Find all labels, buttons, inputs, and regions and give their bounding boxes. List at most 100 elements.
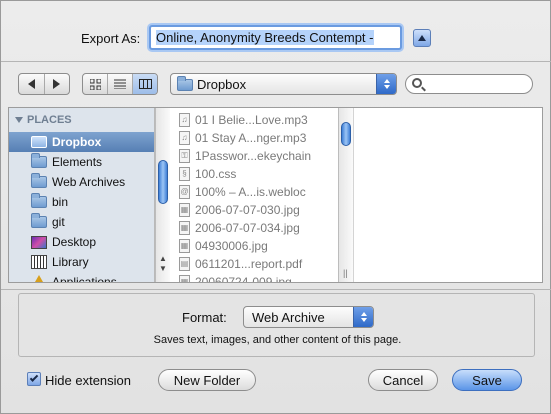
icon-view-icon [89,78,101,90]
file-name: 01 I Belie...Love.mp3 [195,113,308,127]
sidebar-item-label: Dropbox [52,135,102,149]
sidebar-item-label: Web Archives [52,175,126,189]
audio-file-icon: ♫ [179,131,190,145]
dropbox-folder-icon [31,136,47,148]
sidebar-item-label: Applications [52,275,117,283]
view-segmented-control [82,73,158,95]
new-folder-button[interactable]: New Folder [158,369,256,391]
file-row[interactable]: ♫ 01 I Belie...Love.mp3 [170,111,338,129]
audio-file-icon: ♫ [179,113,190,127]
file-name: 1Passwor...ekeychain [195,149,312,163]
save-dialog: Export As: Online, Anonymity Breeds Cont… [0,0,551,414]
triangle-up-icon [418,35,426,41]
forward-button[interactable] [45,74,70,94]
format-value: Web Archive [252,310,325,325]
keychain-file-icon: ⚿ [179,149,190,163]
hide-extension-checkbox[interactable] [27,372,41,386]
separator [1,61,551,62]
image-file-icon: ▦ [179,275,190,282]
list-view-button[interactable] [108,74,133,94]
library-icon [31,255,47,269]
list-view-icon [114,79,126,89]
cancel-button[interactable]: Cancel [368,369,438,391]
icon-view-button[interactable] [83,74,108,94]
sidebar-item-git[interactable]: git [9,212,154,232]
popup-arrows-icon [376,74,396,94]
export-as-label: Export As: [81,31,141,46]
sidebar-item-label: bin [52,195,69,209]
format-label: Format: [182,310,227,325]
file-browser: PLACES Dropbox Elements Web Archives bin… [8,107,543,283]
nav-segmented-control [18,73,70,95]
folder-icon [31,213,47,228]
desktop-icon [31,235,47,249]
file-row[interactable]: ▦ 2006-07-07-034.jpg [170,219,338,237]
toolbar: Dropbox [1,73,551,99]
location-label: Dropbox [197,77,247,92]
export-filename-input[interactable]: Online, Anonymity Breeds Contempt - [149,25,402,50]
folder-icon [31,173,47,188]
file-row[interactable]: § 100.css [170,165,338,183]
applications-icon [31,275,47,282]
preview-column [353,108,542,282]
column-view-button[interactable] [133,74,157,94]
file-row[interactable]: ⚿ 1Passwor...ekeychain [170,147,338,165]
folder-icon [31,153,47,168]
image-file-icon: ▦ [179,221,190,235]
scrollbar-thumb[interactable] [158,160,168,204]
disclosure-triangle-icon [15,117,23,123]
sidebar-scrollbar[interactable]: ▲ ▼ [155,108,170,282]
column-resize-handle-icon[interactable]: || [343,268,348,278]
column-view-icon [138,79,152,89]
chevron-left-icon [27,79,35,89]
popup-arrows-icon [353,307,373,327]
separator [1,289,551,290]
hide-extension-label[interactable]: Hide extension [45,373,131,388]
css-file-icon: § [179,167,190,181]
sidebar-item-elements[interactable]: Elements [9,152,154,172]
sidebar-item-applications[interactable]: Applications [9,272,154,283]
chevron-right-icon [53,79,61,89]
file-column: ♫ 01 I Belie...Love.mp3 ♫ 01 Stay A...nger… [170,108,338,283]
format-description: Saves text, images, and other content of… [153,334,402,346]
file-column-scrollbar[interactable]: || [338,108,353,282]
format-options-box: Format: Web Archive Saves text, images, … [18,293,535,357]
checkmark-icon [29,373,39,382]
search-icon [412,78,422,88]
search-input[interactable] [405,74,533,94]
file-name: 01 Stay A...nger.mp3 [195,131,307,145]
file-row[interactable]: ▦ 04930006.jpg [170,237,338,255]
collapse-disclosure-button[interactable] [413,29,431,47]
scroll-arrows-icon[interactable]: ▲ ▼ [159,254,167,274]
webloc-file-icon: @ [179,185,190,199]
sidebar: PLACES Dropbox Elements Web Archives bin… [9,108,155,283]
folder-icon [31,193,47,208]
image-file-icon: ▦ [179,239,190,253]
sidebar-item-label: git [52,215,65,229]
file-name: 2006-07-07-034.jpg [195,221,300,235]
file-name: 04930006.jpg [195,239,268,253]
sidebar-item-web-archives[interactable]: Web Archives [9,172,154,192]
file-name: 100.css [195,167,237,181]
sidebar-item-library[interactable]: Library [9,252,154,272]
scrollbar-thumb[interactable] [341,122,351,146]
format-popup[interactable]: Web Archive [243,306,374,328]
sidebar-item-dropbox[interactable]: Dropbox [9,132,154,152]
image-file-icon: ▦ [179,203,190,217]
save-button[interactable]: Save [452,369,522,391]
file-row[interactable]: ♫ 01 Stay A...nger.mp3 [170,129,338,147]
file-name: 100% – A...is.webloc [195,185,306,199]
file-row[interactable]: ▦ 20060724-009.jpg [170,273,338,283]
file-name: 20060724-009.jpg [195,275,292,283]
export-filename-text: Online, Anonymity Breeds Contempt - [156,30,374,45]
file-row[interactable]: ▤ 0611201...report.pdf [170,255,338,273]
location-popup[interactable]: Dropbox [170,73,397,95]
file-row[interactable]: @100% – A...is.webloc [170,183,338,201]
sidebar-item-label: Desktop [52,235,97,249]
places-heading[interactable]: PLACES [15,114,72,126]
sidebar-item-label: Elements [52,155,103,169]
file-row[interactable]: ▦ 2006-07-07-030.jpg [170,201,338,219]
sidebar-item-desktop[interactable]: Desktop [9,232,154,252]
sidebar-item-bin[interactable]: bin [9,192,154,212]
back-button[interactable] [19,74,45,94]
